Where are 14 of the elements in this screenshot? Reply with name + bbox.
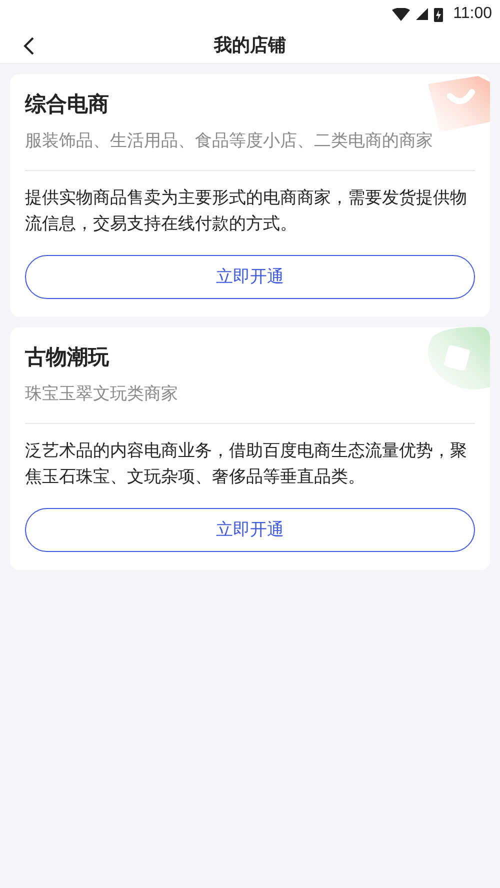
- battery-icon: [434, 6, 444, 22]
- card-description: 提供实物商品售卖为主要形式的电商商家，需要发货提供物流信息，交易支持在线付款的方式。: [25, 187, 468, 235]
- card-title: 综合电商: [25, 92, 110, 118]
- wifi-icon: [392, 8, 410, 20]
- signal-icon: [416, 8, 428, 20]
- card-title: 古物潮玩: [25, 345, 110, 371]
- card-description: 泛艺术品的内容电商业务，借助百度电商生态流量优势，聚焦玉石珠宝、文玩杂项、奢侈品等垂直品类。: [25, 440, 468, 488]
- status-time: 11:00: [453, 4, 492, 24]
- page-title: 我的店铺: [214, 34, 286, 57]
- back-icon[interactable]: [22, 36, 36, 56]
- open-now-button[interactable]: 立即开通: [25, 508, 475, 552]
- card-subtitle: 珠宝玉翠文玩类商家: [25, 381, 475, 424]
- card-subtitle: 服装饰品、生活用品、食品等度小店、二类电商的商家: [25, 128, 475, 171]
- open-now-button[interactable]: 立即开通: [25, 255, 475, 299]
